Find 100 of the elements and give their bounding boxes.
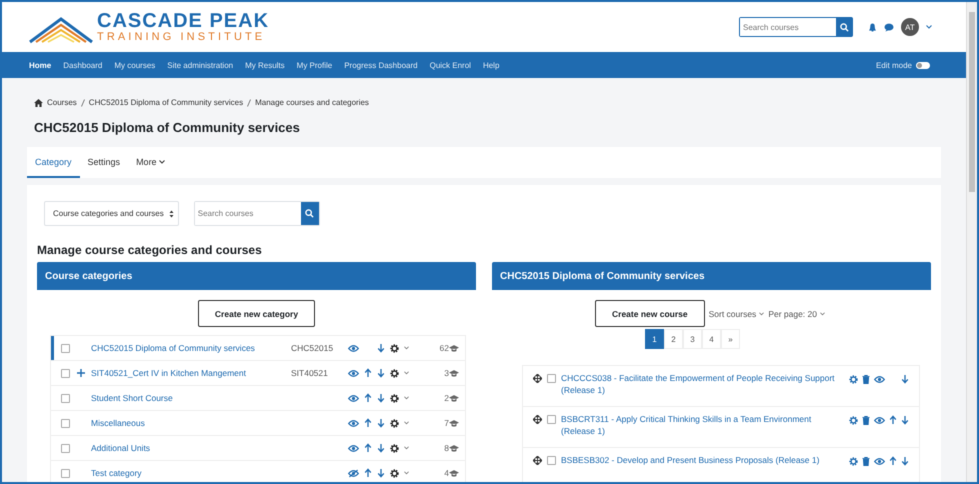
search-field[interactable]: Search courses bbox=[739, 17, 853, 37]
eye-icon[interactable] bbox=[874, 374, 885, 384]
scrollbar-thumb[interactable] bbox=[969, 12, 975, 192]
nav-link[interactable]: Help bbox=[476, 60, 506, 70]
category-row[interactable]: CHC52015 Diploma of Community services CHC52015 62 bbox=[51, 336, 465, 361]
breadcrumb-link[interactable]: Courses bbox=[47, 98, 77, 107]
settings-icon[interactable] bbox=[390, 418, 399, 428]
checkbox[interactable] bbox=[61, 468, 70, 478]
sort-courses-dropdown[interactable]: Sort courses bbox=[708, 308, 764, 318]
eye-icon[interactable] bbox=[874, 416, 885, 424]
category-link[interactable]: Additional Units bbox=[91, 443, 291, 453]
eye-slash-icon[interactable] bbox=[348, 468, 359, 478]
move-icon[interactable] bbox=[533, 456, 542, 465]
arrow-down-icon[interactable] bbox=[377, 393, 385, 403]
nav-link[interactable]: My Profile bbox=[290, 60, 338, 70]
scrollbar[interactable] bbox=[966, 2, 977, 482]
settings-icon[interactable] bbox=[390, 394, 399, 402]
checkbox[interactable] bbox=[61, 394, 70, 402]
trash-icon[interactable] bbox=[862, 416, 870, 424]
per-page-dropdown[interactable]: Per page: 20 bbox=[768, 308, 825, 318]
settings-icon[interactable] bbox=[390, 368, 399, 378]
trash-icon[interactable] bbox=[862, 374, 870, 384]
page-link[interactable]: 4 bbox=[702, 329, 721, 349]
course-link[interactable]: BSBESB302 - Develop and Present Business Proposals (Release 1) bbox=[561, 454, 844, 466]
settings-icon[interactable] bbox=[390, 468, 399, 478]
arrow-down-icon[interactable] bbox=[377, 343, 385, 353]
arrow-down-icon[interactable] bbox=[901, 374, 909, 384]
create-course-button[interactable]: Create new course bbox=[595, 300, 705, 327]
category-row[interactable]: SIT40521_Cert IV in Kitchen Mangement SIT40521 3 bbox=[51, 361, 465, 386]
checkbox[interactable] bbox=[547, 456, 556, 465]
nav-link[interactable]: Dashboard bbox=[57, 60, 108, 70]
chat-icon[interactable] bbox=[884, 22, 894, 32]
eye-icon[interactable] bbox=[348, 418, 359, 428]
arrow-down-icon[interactable] bbox=[901, 456, 909, 466]
category-link[interactable]: Student Short Course bbox=[91, 393, 291, 403]
nav-link[interactable]: Home bbox=[29, 60, 58, 70]
arrow-down-icon[interactable] bbox=[377, 443, 385, 453]
arrow-up-icon[interactable] bbox=[889, 456, 897, 466]
category-link[interactable]: Test category bbox=[91, 468, 291, 478]
tab[interactable]: Settings bbox=[80, 147, 128, 178]
create-category-button[interactable]: Create new category bbox=[198, 300, 316, 327]
bell-icon[interactable] bbox=[868, 22, 877, 32]
nav-link[interactable]: Site administration bbox=[161, 60, 240, 70]
page-link[interactable]: 2 bbox=[664, 329, 683, 349]
eye-icon[interactable] bbox=[348, 444, 359, 452]
caret-icon[interactable] bbox=[158, 160, 165, 164]
eye-icon[interactable] bbox=[348, 368, 359, 378]
course-row[interactable]: BSBESB302 - Develop and Present Business Proposals (Release 1) bbox=[523, 448, 919, 482]
page-link[interactable]: » bbox=[721, 329, 740, 349]
edit-mode-toggle[interactable] bbox=[916, 62, 930, 68]
checkbox[interactable] bbox=[61, 368, 70, 378]
course-link[interactable]: CHCCCS038 - Facilitate the Empowerment of People Receiving Support (Release 1) bbox=[561, 372, 844, 396]
eye-icon[interactable] bbox=[348, 344, 359, 352]
search-button[interactable] bbox=[836, 18, 852, 36]
move-icon[interactable] bbox=[533, 415, 542, 424]
category-row[interactable]: Miscellaneous 7 bbox=[51, 411, 465, 436]
page-link[interactable]: 3 bbox=[683, 329, 702, 349]
category-row[interactable]: Student Short Course 2 bbox=[51, 386, 465, 411]
checkbox[interactable] bbox=[61, 418, 70, 428]
nav-link[interactable]: Quick Enrol bbox=[424, 60, 477, 70]
trash-icon[interactable] bbox=[862, 456, 870, 466]
arrow-down-icon[interactable] bbox=[377, 418, 385, 428]
course-row[interactable]: BSBCRT311 - Apply Critical Thinking Skills in a Team Environment (Release 1) bbox=[523, 407, 919, 448]
expand-plus-icon[interactable] bbox=[77, 369, 85, 377]
category-link[interactable]: SIT40521_Cert IV in Kitchen Mangement bbox=[91, 368, 291, 378]
settings-icon[interactable] bbox=[390, 344, 399, 352]
eye-icon[interactable] bbox=[348, 394, 359, 402]
arrow-up-icon[interactable] bbox=[364, 443, 372, 453]
home-icon[interactable] bbox=[34, 98, 43, 106]
arrow-up-icon[interactable] bbox=[364, 393, 372, 403]
nav-link[interactable]: My Results bbox=[239, 60, 291, 70]
category-row[interactable]: Test category 4 bbox=[51, 461, 465, 482]
checkbox[interactable] bbox=[547, 415, 556, 424]
category-link[interactable]: CHC52015 Diploma of Community services bbox=[91, 343, 291, 353]
checkbox[interactable] bbox=[61, 344, 70, 352]
breadcrumb-link[interactable]: CHC52015 Diploma of Community services bbox=[88, 98, 244, 107]
arrow-up-icon[interactable] bbox=[364, 418, 372, 428]
course-row[interactable]: CHCCCS038 - Facilitate the Empowerment of People Receiving Support (Release 1) bbox=[523, 366, 919, 407]
page-link[interactable]: 1 bbox=[645, 329, 664, 349]
checkbox[interactable] bbox=[61, 444, 70, 452]
move-icon[interactable] bbox=[533, 374, 542, 383]
caret-icon[interactable] bbox=[926, 25, 932, 29]
nav-link[interactable]: Progress Dashboard bbox=[338, 60, 424, 70]
eye-icon[interactable] bbox=[874, 456, 885, 466]
arrow-down-icon[interactable] bbox=[377, 468, 385, 478]
arrow-down-icon[interactable] bbox=[377, 368, 385, 378]
view-select[interactable]: Course categories and courses bbox=[44, 201, 179, 226]
category-row[interactable]: Additional Units 8 bbox=[51, 436, 465, 461]
nav-link[interactable]: My courses bbox=[108, 60, 162, 70]
course-search-field[interactable]: Search courses bbox=[194, 201, 320, 226]
search-button[interactable] bbox=[300, 202, 319, 225]
tab[interactable]: Category bbox=[27, 147, 80, 178]
arrow-down-icon[interactable] bbox=[901, 415, 909, 425]
checkbox[interactable] bbox=[547, 374, 556, 383]
arrow-up-icon[interactable] bbox=[364, 368, 372, 378]
category-link[interactable]: Miscellaneous bbox=[91, 418, 291, 428]
tab[interactable]: More bbox=[128, 147, 173, 178]
course-link[interactable]: BSBCRT311 - Apply Critical Thinking Skills in a Team Environment (Release 1) bbox=[561, 413, 844, 437]
user-avatar[interactable]: AT bbox=[901, 18, 919, 36]
arrow-up-icon[interactable] bbox=[364, 468, 372, 478]
